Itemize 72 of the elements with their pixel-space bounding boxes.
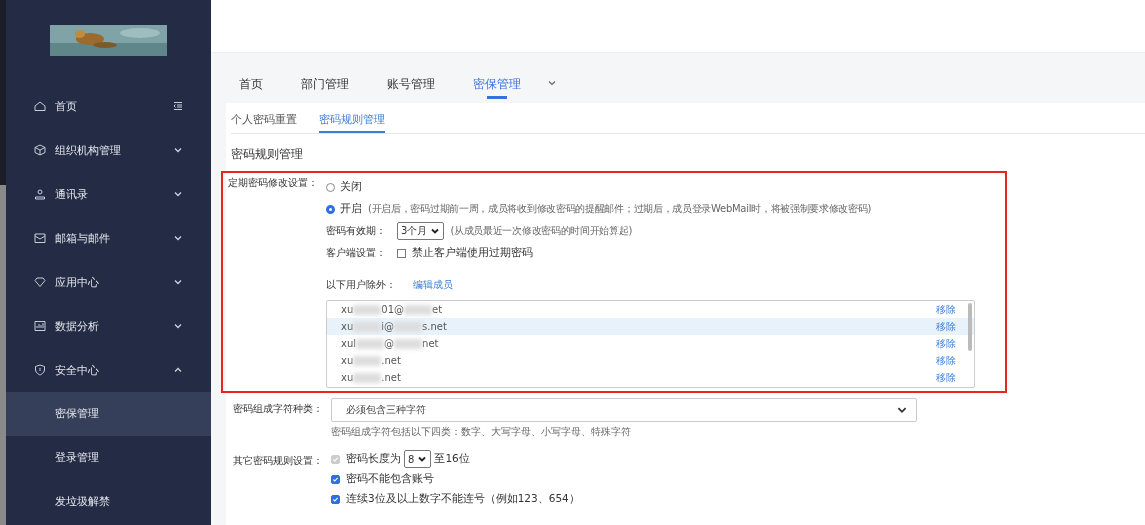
section-title: 密码规则管理 [231, 146, 304, 163]
checkbox-label: 连续3位及以上数字不能连号（例如123、654） [346, 492, 580, 506]
radio-button[interactable] [326, 204, 335, 214]
field-label: 以下用户除外： [326, 278, 397, 292]
remove-link[interactable]: 移除 [936, 336, 956, 351]
option-note: (开启后，密码过期前一周，成员将收到修改密码的提醒邮件；过期后，成员登录WebMail时，将被强制要求修改密码) [368, 202, 872, 216]
field-note: (从成员最近一次修改密码的时间开始算起) [450, 224, 633, 238]
sidebar-subitem[interactable]: 发垃圾解禁 [6, 480, 211, 524]
checkbox-label: 密码不能包含账号 [346, 472, 434, 486]
edit-members-link[interactable]: 编辑成员 [413, 278, 453, 292]
user-icon [34, 188, 46, 200]
checkbox[interactable] [331, 494, 340, 504]
member-row[interactable]: xu i@ s.net 移除 [327, 318, 974, 335]
option-label: 开启 [340, 202, 362, 216]
sidebar-subitem[interactable]: 登录管理 [6, 436, 211, 480]
checkbox[interactable] [397, 248, 406, 258]
sidebar-item[interactable]: 安全中心 [6, 348, 211, 392]
remove-link[interactable]: 移除 [936, 353, 956, 368]
remove-link[interactable]: 移除 [936, 302, 956, 317]
member-email: xu .net [341, 355, 401, 366]
chevron-down-icon [173, 277, 183, 287]
chevron-down-icon [173, 233, 183, 243]
chart-icon [34, 320, 46, 332]
field-suffix: 至16位 [434, 452, 470, 466]
sidebar-item[interactable]: 通讯录 [6, 172, 211, 216]
sub-tab[interactable]: 个人密码重置 [231, 103, 297, 133]
caret-icon [430, 226, 441, 236]
chevron-down-icon [173, 145, 183, 155]
member-row[interactable]: xul @ net 移除 [327, 335, 974, 352]
validity-select[interactable]: 3个月 [397, 222, 445, 240]
member-row[interactable]: xu .net 移除 [327, 352, 974, 369]
field-label: 客户端设置： [326, 246, 387, 260]
sidebar-item[interactable]: 应用中心 [6, 260, 211, 304]
sidebar-subitem[interactable]: 密保管理 [6, 392, 211, 436]
sub-tab[interactable]: 密码规则管理 [319, 103, 385, 133]
diamond-icon [34, 276, 46, 288]
sidebar-item[interactable]: 数据分析 [6, 304, 211, 348]
home-icon [34, 100, 46, 112]
nav-tab[interactable]: 账号管理 [387, 70, 435, 99]
sidebar-item[interactable]: 邮箱与邮件 [6, 216, 211, 260]
nav-tab[interactable]: 首页 [239, 70, 263, 99]
scrollbar[interactable] [968, 303, 972, 351]
remove-link[interactable]: 移除 [936, 370, 956, 385]
remove-link[interactable]: 移除 [936, 319, 956, 334]
field-hint: 密码组成字符包括以下四类：数字、大写字母、小写字母、特殊字符 [331, 425, 632, 439]
sidebar-item[interactable]: 组织机构管理 [6, 128, 211, 172]
member-email: xu 01@ et [341, 304, 443, 315]
option-label: 关闭 [340, 180, 362, 194]
member-email: xu .net [341, 372, 401, 383]
cube-icon [34, 144, 46, 156]
member-row[interactable]: xu .net 移除 [327, 369, 974, 386]
nav-tab[interactable]: 部门管理 [301, 70, 349, 99]
chevron-up-icon [173, 365, 183, 375]
menu-collapse-icon[interactable] [173, 101, 183, 111]
member-email: xu i@ s.net [341, 321, 447, 332]
field-label: 密码组成字符种类： [233, 402, 324, 416]
checkbox-label: 密码长度为 [346, 452, 401, 466]
member-email: xul @ net [341, 338, 439, 349]
checkbox-label: 禁止客户端使用过期密码 [412, 246, 533, 260]
caret-icon [417, 454, 428, 464]
nav-tab[interactable]: 密保管理 [473, 70, 521, 99]
mail-icon [34, 232, 46, 244]
member-row[interactable]: xu 01@ et 移除 [327, 301, 974, 318]
field-label: 密码有效期： [326, 224, 387, 238]
field-label: 其它密码规则设置： [233, 454, 324, 468]
chevron-down-icon [173, 189, 183, 199]
shield-icon [34, 364, 46, 376]
field-label: 定期密码修改设置： [228, 176, 319, 190]
composition-select[interactable]: 必须包含三种字符 [331, 398, 917, 422]
sidebar-item[interactable]: 首页 [6, 84, 211, 128]
chevron-down-icon [173, 321, 183, 331]
checkbox[interactable] [331, 474, 340, 484]
